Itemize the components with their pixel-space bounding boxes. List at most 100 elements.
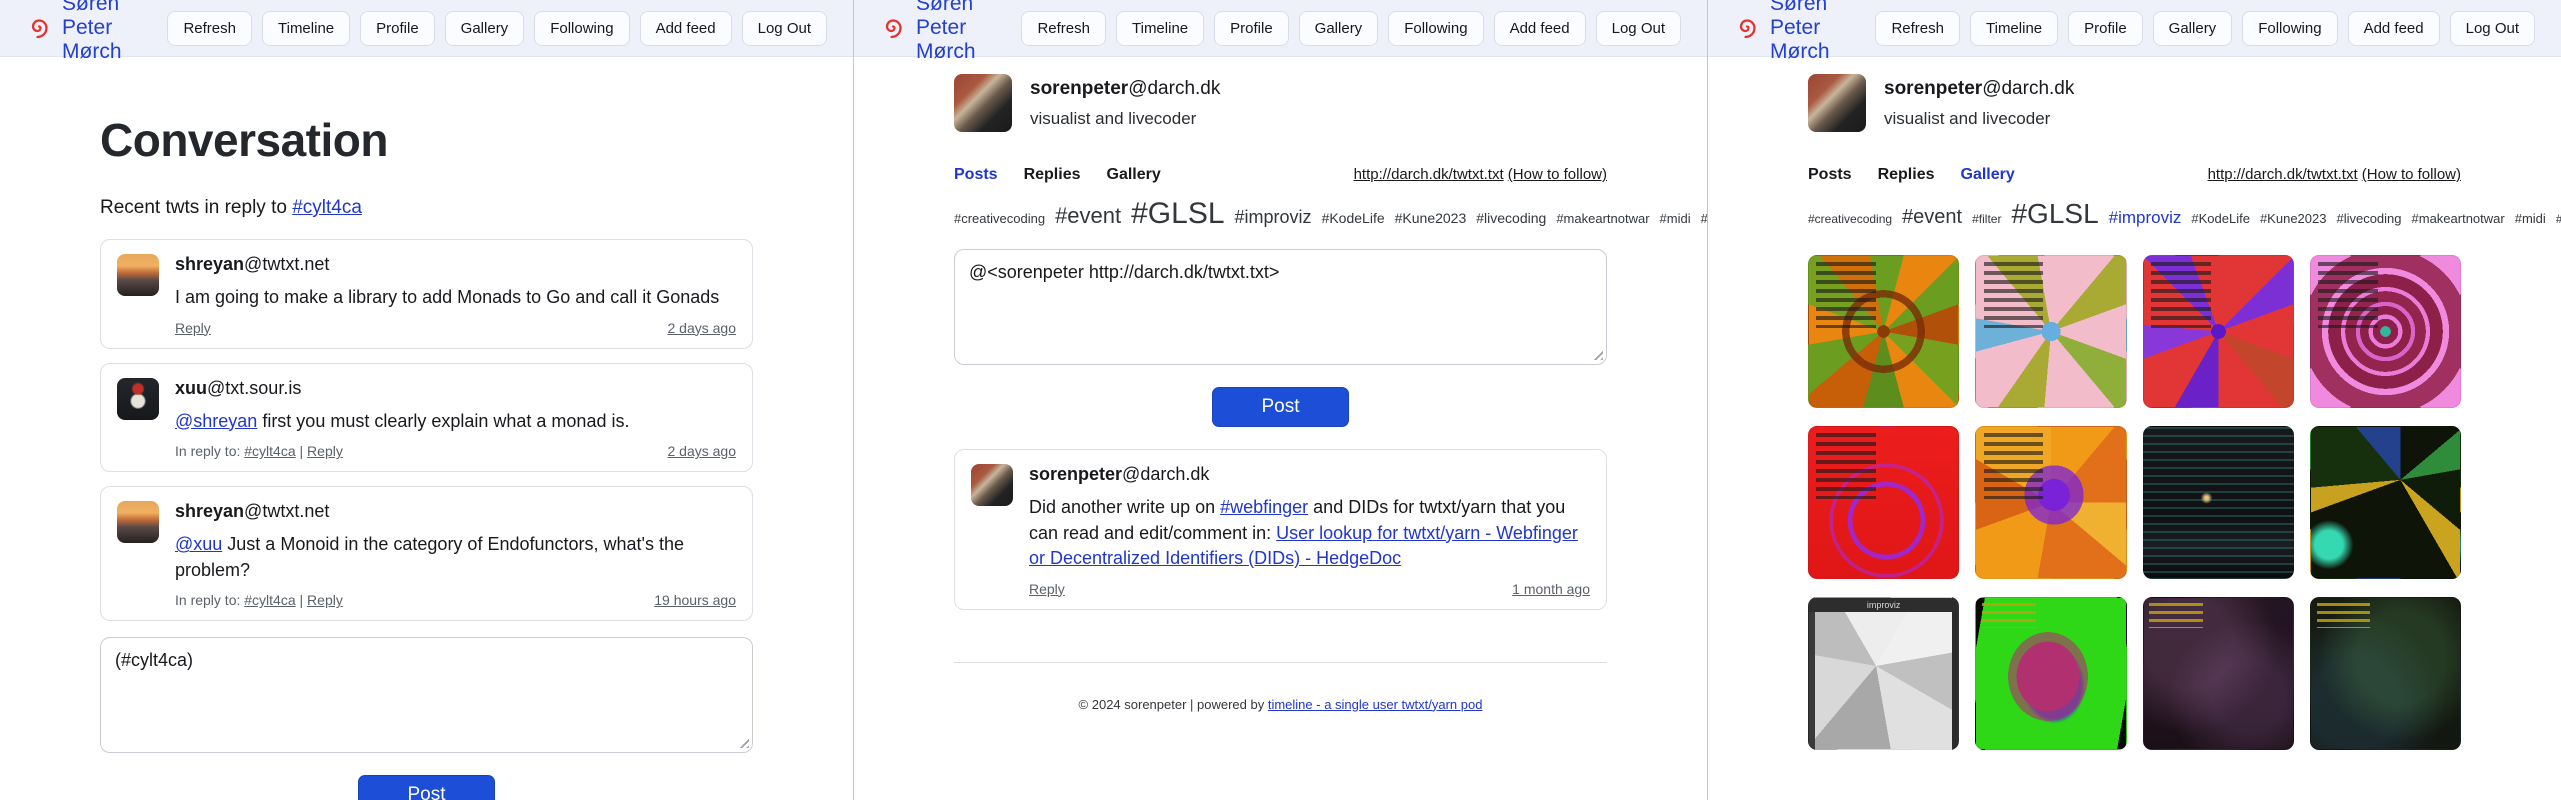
gallery-image-red-purple-arcs[interactable] — [1808, 426, 1959, 579]
meta-link[interactable]: Reply — [1029, 581, 1065, 597]
body-link[interactable]: @shreyan — [175, 411, 257, 431]
author-line: xuu@txt.sour.is — [175, 378, 736, 399]
body-link[interactable]: @xuu — [175, 534, 222, 554]
conversation-composer-slot: (#cylt4ca) Post — [100, 637, 753, 800]
nav-log-out-button[interactable]: Log Out — [1596, 11, 1681, 46]
tab-gallery[interactable]: Gallery — [1961, 166, 2015, 184]
twt-body: @shreyan first you must clearly explain … — [175, 409, 736, 435]
tag-moire[interactable]: #moire — [1701, 211, 1708, 226]
timestamp-link[interactable]: 19 hours ago — [654, 592, 736, 608]
nav-timeline-button[interactable]: Timeline — [1970, 11, 2058, 46]
feed-url-link[interactable]: http://darch.dk/twtxt.txt — [2208, 166, 2358, 183]
tag-improviz[interactable]: #improviz — [2109, 208, 2182, 227]
thread-tag-link[interactable]: #cylt4ca — [292, 197, 362, 218]
nav-add-feed-button[interactable]: Add feed — [2348, 11, 2440, 46]
gallery-image-dark-3d-yellow-green-scene[interactable] — [2310, 426, 2461, 579]
gallery-image-orange-green-mandala[interactable] — [1808, 255, 1959, 408]
inline-text: | — [296, 592, 307, 608]
nav-log-out-button[interactable]: Log Out — [2450, 11, 2535, 46]
gallery-image-red-purple-radial[interactable] — [2143, 255, 2294, 408]
timestamp-link[interactable]: 2 days ago — [668, 320, 737, 336]
inline-text: © 2024 sorenpeter | powered by — [1079, 697, 1268, 712]
tag-midi[interactable]: #midi — [1660, 211, 1691, 226]
brand-link[interactable]: Søren Peter Mørch — [1734, 0, 1875, 64]
tag-event[interactable]: #event — [1055, 203, 1121, 228]
inline-text: Recent twts in reply to — [100, 197, 292, 218]
nav-following-button[interactable]: Following — [2242, 11, 2337, 46]
meta-link[interactable]: Reply — [307, 443, 343, 459]
tag-GLSL[interactable]: #GLSL — [2011, 198, 2098, 229]
tag-KodeLife[interactable]: #KodeLife — [2191, 211, 2250, 226]
nav-profile-button[interactable]: Profile — [1214, 11, 1289, 46]
timestamp-link[interactable]: 2 days ago — [668, 443, 737, 459]
twt-card: xuu@txt.sour.is @shreyan first you must c… — [100, 363, 753, 473]
nav-log-out-button[interactable]: Log Out — [742, 11, 827, 46]
inline-text: first you must clearly explain what a mo… — [257, 411, 629, 431]
nav-refresh-button[interactable]: Refresh — [1021, 11, 1106, 46]
meta-link[interactable]: #cylt4ca — [244, 443, 295, 459]
brand-link[interactable]: Søren Peter Mørch — [880, 0, 1021, 64]
site-footer: © 2024 sorenpeter | powered by timeline … — [954, 697, 1607, 712]
post-button[interactable]: Post — [1212, 387, 1348, 427]
tag-creativecoding[interactable]: #creativecoding — [954, 211, 1045, 226]
tab-replies[interactable]: Replies — [1024, 166, 1081, 184]
how-to-follow-link[interactable]: (How to follow) — [1508, 166, 1607, 183]
panel-conversation: Søren Peter MørchRefresh Timeline Profile G… — [0, 0, 854, 800]
gallery-image-pink-olive-radial[interactable] — [1975, 255, 2126, 408]
tab-posts[interactable]: Posts — [954, 166, 998, 184]
feed-url-link[interactable]: http://darch.dk/twtxt.txt — [1354, 166, 1504, 183]
tag-creativecoding[interactable]: #creativecoding — [1808, 212, 1892, 226]
gallery-image-green-magenta-wireframe[interactable] — [1975, 597, 2126, 750]
gallery-image-dark-noise-curves[interactable] — [2310, 597, 2461, 750]
tab-posts[interactable]: Posts — [1808, 166, 1852, 184]
brand-link[interactable]: Søren Peter Mørch — [26, 0, 167, 64]
tag-livecoding[interactable]: #livecoding — [2336, 211, 2401, 226]
nav-add-feed-button[interactable]: Add feed — [640, 11, 732, 46]
compose-textarea[interactable]: (#cylt4ca) — [100, 637, 753, 753]
nav-refresh-button[interactable]: Refresh — [167, 11, 252, 46]
tag-makeartnotwar[interactable]: #makeartnotwar — [1556, 211, 1649, 226]
tag-makeartnotwar[interactable]: #makeartnotwar — [2412, 211, 2505, 226]
gallery-image-magenta-rings-teal-core[interactable] — [2310, 255, 2461, 408]
tag-livecoding[interactable]: #livecoding — [1476, 210, 1546, 226]
tab-gallery[interactable]: Gallery — [1107, 166, 1161, 184]
nav-following-button[interactable]: Following — [1388, 11, 1483, 46]
meta-link[interactable]: Reply — [307, 592, 343, 608]
tag-KodeLife[interactable]: #KodeLife — [1322, 210, 1385, 226]
gallery-image-grayscale-improviz-window[interactable]: improviz — [1808, 597, 1959, 750]
post-button[interactable]: Post — [358, 775, 494, 800]
nav-profile-button[interactable]: Profile — [360, 11, 435, 46]
tag-moire[interactable]: #moire — [2556, 212, 2561, 226]
tag-filter[interactable]: #filter — [1972, 212, 2001, 226]
avatar-man-black-shirt-brick-wall — [971, 464, 1013, 506]
timestamp-link[interactable]: 1 month ago — [1512, 581, 1590, 597]
gallery-image-dark-purple-mesh[interactable] — [2143, 597, 2294, 750]
tag-improviz[interactable]: #improviz — [1235, 207, 1312, 227]
meta-link[interactable]: #cylt4ca — [244, 592, 295, 608]
nav-gallery-button[interactable]: Gallery — [2153, 11, 2233, 46]
nav-timeline-button[interactable]: Timeline — [262, 11, 350, 46]
how-to-follow-link[interactable]: (How to follow) — [2362, 166, 2461, 183]
tag-midi[interactable]: #midi — [2515, 211, 2546, 226]
nav-timeline-button[interactable]: Timeline — [1116, 11, 1204, 46]
twt-card-main: xuu@txt.sour.is @shreyan first you must c… — [175, 378, 736, 460]
profile-bio: visualist and livecoder — [1030, 109, 1220, 129]
tag-Kune2023[interactable]: #Kune2023 — [2260, 211, 2327, 226]
feed-links: http://darch.dk/twtxt.txt (How to follow… — [1354, 166, 1607, 183]
footer-link[interactable]: timeline - a single user twtxt/yarn pod — [1268, 697, 1483, 712]
nav-following-button[interactable]: Following — [534, 11, 629, 46]
tag-GLSL[interactable]: #GLSL — [1131, 197, 1224, 230]
meta-link[interactable]: Reply — [175, 320, 211, 336]
tag-Kune2023[interactable]: #Kune2023 — [1395, 210, 1467, 226]
gallery-image-livecoding-performance-photo[interactable] — [2143, 426, 2294, 579]
nav-gallery-button[interactable]: Gallery — [1299, 11, 1379, 46]
nav-profile-button[interactable]: Profile — [2068, 11, 2143, 46]
nav-refresh-button[interactable]: Refresh — [1875, 11, 1960, 46]
body-link[interactable]: #webfinger — [1220, 497, 1308, 517]
tag-event[interactable]: #event — [1902, 206, 1962, 228]
compose-textarea[interactable]: @<sorenpeter http://darch.dk/twtxt.txt> — [954, 249, 1607, 365]
tab-replies[interactable]: Replies — [1878, 166, 1935, 184]
nav-gallery-button[interactable]: Gallery — [445, 11, 525, 46]
nav-add-feed-button[interactable]: Add feed — [1494, 11, 1586, 46]
gallery-image-orange-purple-blob[interactable] — [1975, 426, 2126, 579]
